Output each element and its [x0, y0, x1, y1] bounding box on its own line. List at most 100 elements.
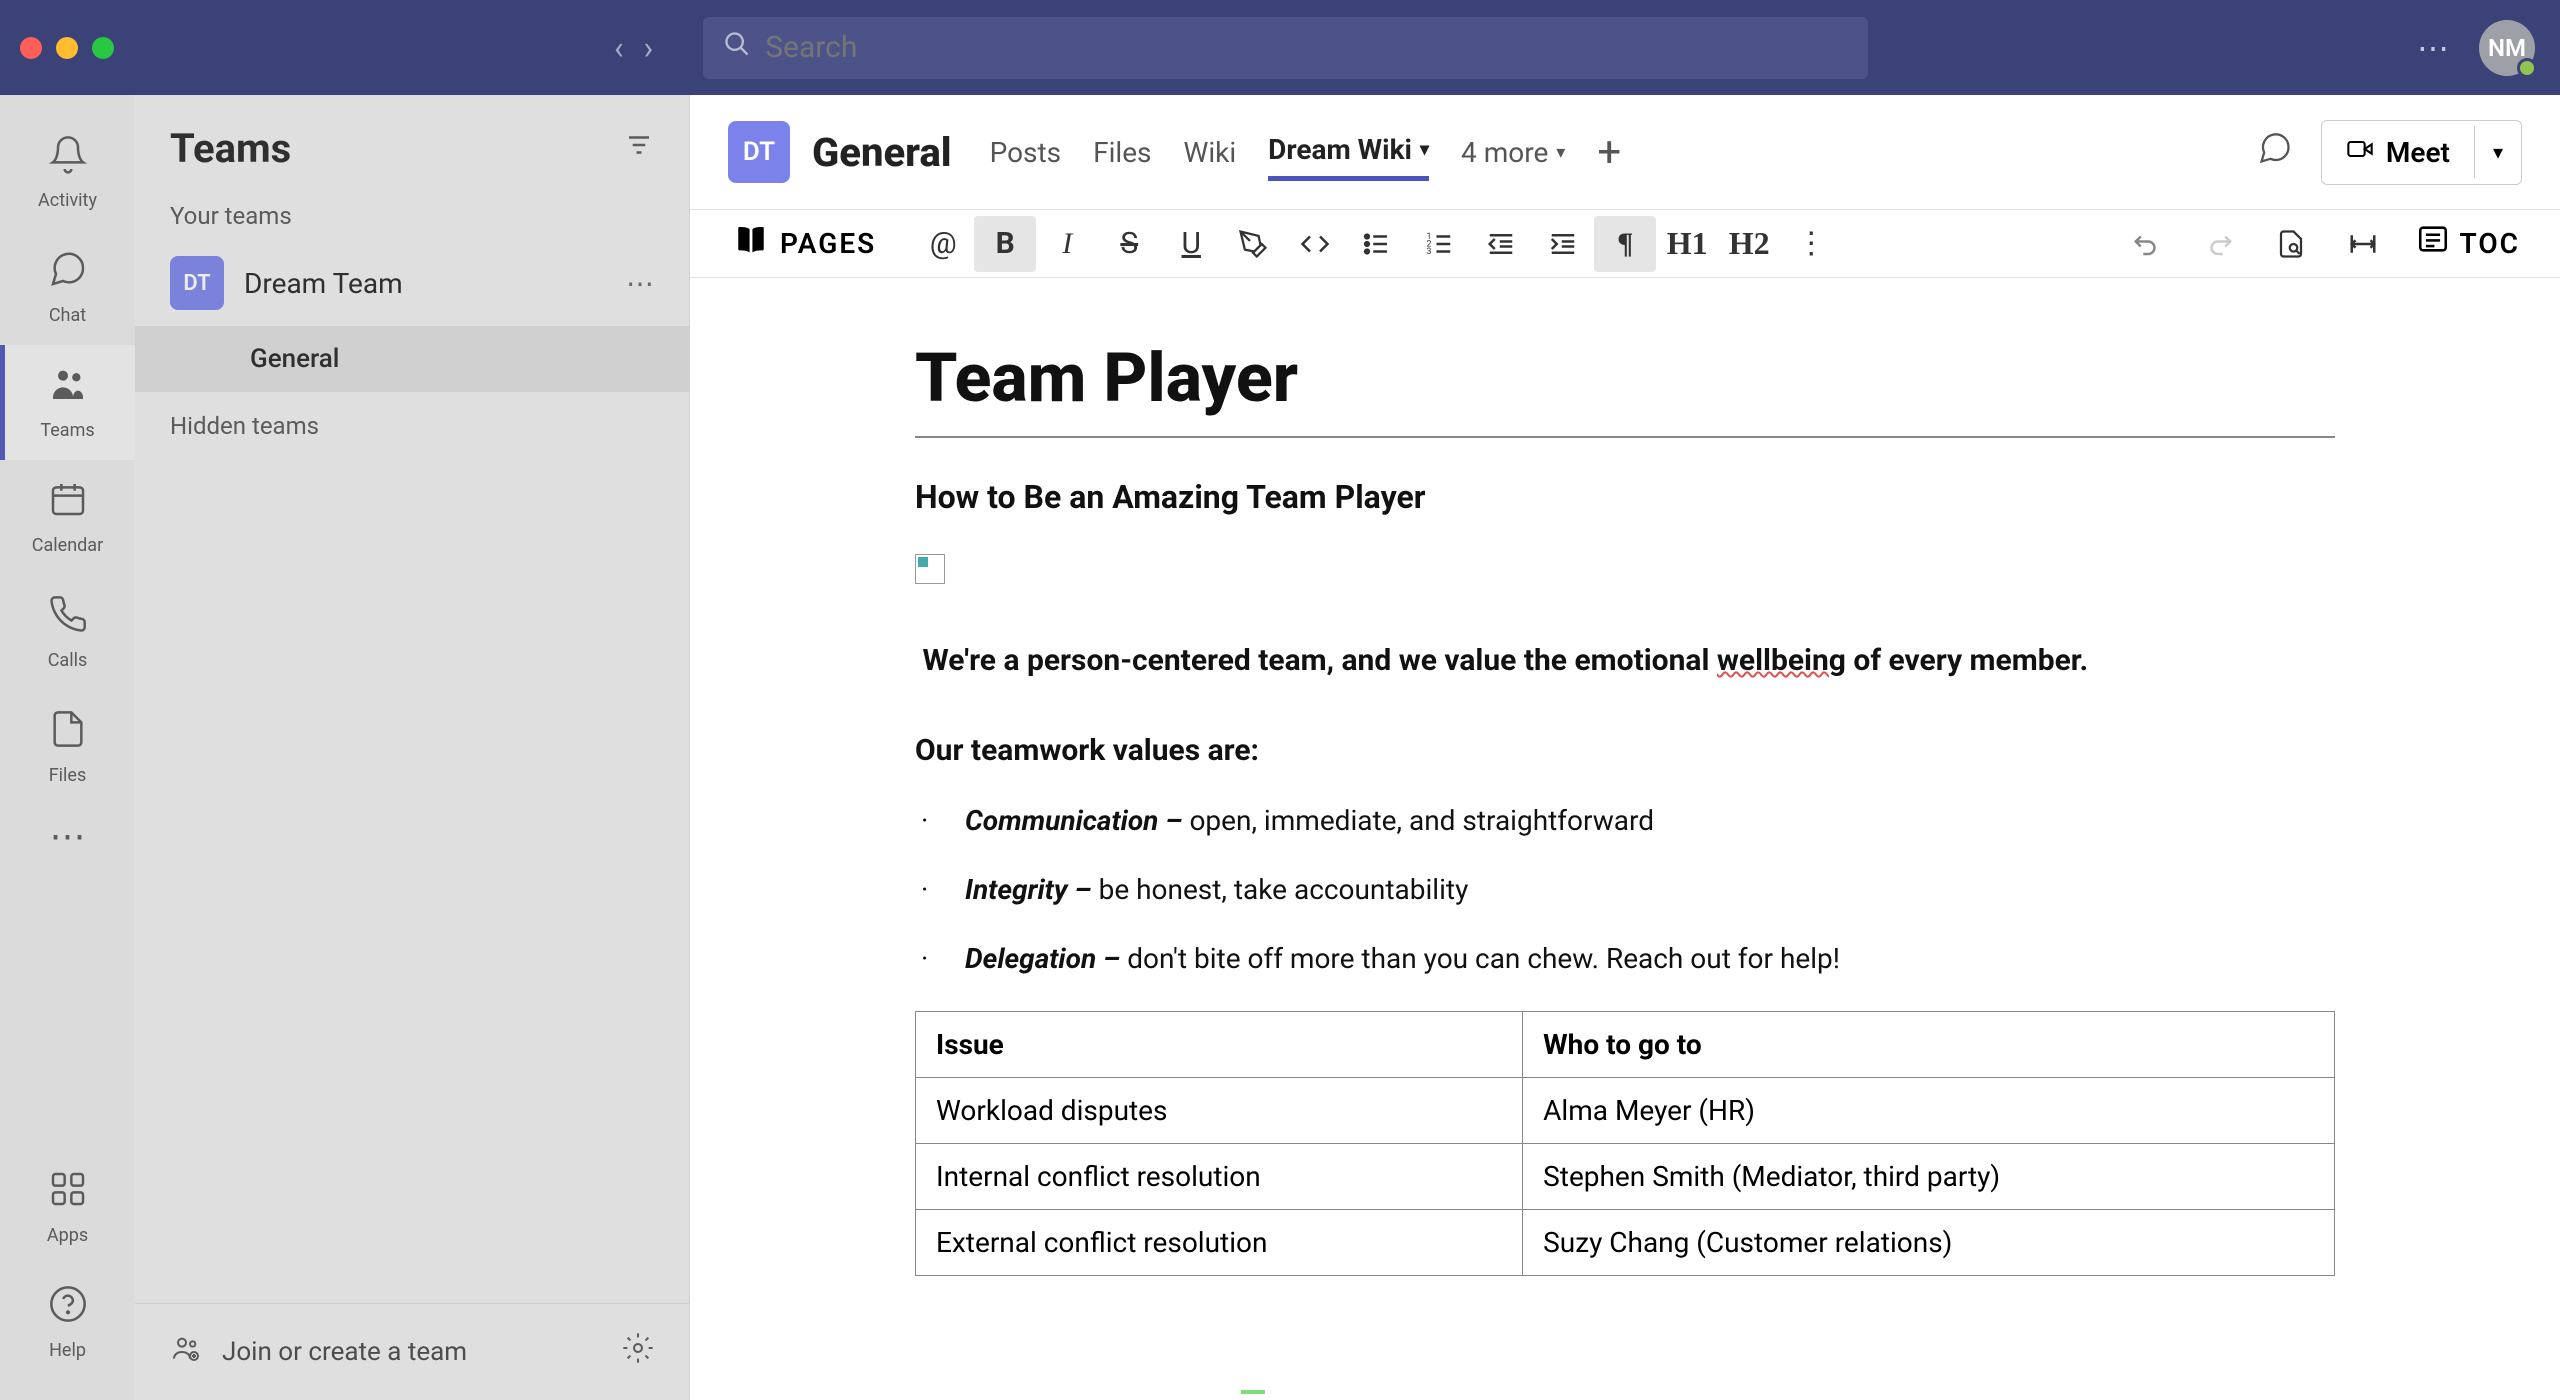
- window-controls: [20, 37, 114, 59]
- nav-forward[interactable]: ›: [644, 29, 654, 67]
- italic-button[interactable]: I: [1036, 216, 1098, 272]
- content-area: DT General Posts Files Wiki Dream Wiki ▾…: [690, 95, 2560, 1400]
- paragraph-button[interactable]: ¶: [1594, 216, 1656, 272]
- your-teams-label: Your teams: [135, 192, 689, 240]
- rail-teams[interactable]: Teams: [0, 345, 135, 460]
- maximize-window[interactable]: [92, 37, 114, 59]
- value-item: Communication – open, immediate, and str…: [915, 804, 2335, 837]
- highlight-button[interactable]: [1222, 216, 1284, 272]
- close-window[interactable]: [20, 37, 42, 59]
- pages-button[interactable]: PAGES: [718, 222, 892, 265]
- values-heading: Our teamwork values are:: [915, 733, 2335, 768]
- table-header-row: Issue Who to go to: [916, 1012, 2335, 1078]
- rail-calendar[interactable]: Calendar: [0, 460, 135, 575]
- file-icon: [48, 709, 88, 759]
- minimize-window[interactable]: [56, 37, 78, 59]
- tab-more[interactable]: 4 more ▾: [1461, 126, 1565, 179]
- join-create-team[interactable]: Join or create a team: [222, 1337, 602, 1367]
- chevron-down-icon: ▾: [1556, 142, 1565, 163]
- table-row: Workload disputes Alma Meyer (HR): [916, 1078, 2335, 1144]
- doc-intro: We're a person-centered team, and we val…: [915, 638, 2335, 683]
- tab-files[interactable]: Files: [1093, 126, 1151, 179]
- values-list: Communication – open, immediate, and str…: [915, 804, 2335, 975]
- calendar-icon: [48, 479, 88, 529]
- gear-icon[interactable]: [622, 1332, 654, 1372]
- bold-button[interactable]: B: [974, 216, 1036, 272]
- svg-text:3: 3: [1427, 247, 1432, 257]
- find-button[interactable]: [2260, 216, 2322, 272]
- bell-icon: [48, 134, 88, 184]
- meet-button[interactable]: Meet: [2322, 121, 2474, 184]
- team-row[interactable]: DT Dream Team ⋯: [135, 240, 689, 326]
- presence-badge: [2517, 58, 2537, 78]
- tab-wiki[interactable]: Wiki: [1184, 126, 1237, 179]
- rail-files[interactable]: Files: [0, 690, 135, 805]
- bullet-list-button[interactable]: [1346, 216, 1408, 272]
- filter-icon[interactable]: [624, 130, 654, 168]
- rail-help[interactable]: Help: [0, 1265, 135, 1380]
- toc-button[interactable]: TOC: [2404, 222, 2532, 265]
- search-box[interactable]: [703, 17, 1868, 79]
- channel-header: DT General Posts Files Wiki Dream Wiki ▾…: [690, 95, 2560, 210]
- h1-button[interactable]: H1: [1656, 216, 1718, 272]
- teams-sidebar: Teams Your teams DT Dream Team ⋯ General…: [135, 95, 690, 1400]
- document[interactable]: Team Player How to Be an Amazing Team Pl…: [855, 318, 2395, 1360]
- indent-button[interactable]: [1532, 216, 1594, 272]
- hidden-teams-label[interactable]: Hidden teams: [135, 392, 689, 460]
- search-input[interactable]: [765, 30, 1848, 65]
- channel-general[interactable]: General: [135, 326, 689, 392]
- mention-button[interactable]: @: [912, 216, 974, 272]
- meet-dropdown[interactable]: ▾: [2474, 126, 2521, 178]
- team-name: Dream Team: [244, 267, 606, 300]
- video-icon: [2346, 135, 2374, 170]
- expand-button[interactable]: [2332, 216, 2394, 272]
- code-button[interactable]: [1284, 216, 1346, 272]
- value-item: Delegation – don't bite off more than yo…: [915, 942, 2335, 975]
- rail-calls[interactable]: Calls: [0, 575, 135, 690]
- phone-icon: [48, 594, 88, 644]
- table-row: Internal conflict resolution Stephen Smi…: [916, 1144, 2335, 1210]
- conversation-icon[interactable]: [2257, 130, 2293, 175]
- table-row: External conflict resolution Suzy Chang …: [916, 1210, 2335, 1276]
- titlebar-more[interactable]: ⋯: [2417, 29, 2449, 67]
- numbered-list-button[interactable]: 123: [1408, 216, 1470, 272]
- rail-more[interactable]: ⋯: [50, 815, 86, 857]
- underline-button[interactable]: U: [1160, 216, 1222, 272]
- chevron-down-icon: ▾: [1420, 139, 1429, 160]
- contacts-table: Issue Who to go to Workload disputes Alm…: [915, 1011, 2335, 1276]
- team-avatar: DT: [170, 256, 224, 310]
- redo-button[interactable]: [2188, 216, 2250, 272]
- doc-subtitle: How to Be an Amazing Team Player: [915, 478, 2335, 516]
- book-icon: [734, 222, 768, 265]
- nav-back[interactable]: ‹: [614, 29, 624, 67]
- team-more[interactable]: ⋯: [626, 267, 654, 300]
- add-team-icon: [170, 1332, 202, 1372]
- titlebar: ‹ › ⋯ NM: [0, 0, 2560, 95]
- broken-image-icon: [915, 554, 945, 584]
- search-icon: [723, 30, 751, 65]
- strikethrough-button[interactable]: S: [1098, 216, 1160, 272]
- channel-title: General: [812, 129, 952, 176]
- document-scroll[interactable]: Team Player How to Be an Amazing Team Pl…: [690, 278, 2560, 1400]
- sidebar-title: Teams: [170, 125, 291, 172]
- teams-icon: [48, 364, 88, 414]
- table-header: Issue: [916, 1012, 1523, 1078]
- add-tab[interactable]: +: [1597, 128, 1621, 177]
- toc-icon: [2416, 222, 2450, 265]
- tab-posts[interactable]: Posts: [990, 126, 1062, 179]
- app-rail: Activity Chat Teams Calendar: [0, 95, 135, 1400]
- toolbar-more[interactable]: ⋮: [1780, 216, 1842, 272]
- avatar-initials: NM: [2488, 34, 2526, 62]
- outdent-button[interactable]: [1470, 216, 1532, 272]
- channel-avatar: DT: [728, 121, 790, 183]
- rail-activity[interactable]: Activity: [0, 115, 135, 230]
- chat-icon: [48, 249, 88, 299]
- user-avatar[interactable]: NM: [2479, 20, 2535, 76]
- tab-dream-wiki[interactable]: Dream Wiki ▾: [1268, 123, 1429, 181]
- undo-button[interactable]: [2116, 216, 2178, 272]
- value-item: Integrity – be honest, take accountabili…: [915, 873, 2335, 906]
- rail-apps[interactable]: Apps: [0, 1150, 135, 1265]
- table-header: Who to go to: [1523, 1012, 2335, 1078]
- rail-chat[interactable]: Chat: [0, 230, 135, 345]
- h2-button[interactable]: H2: [1718, 216, 1780, 272]
